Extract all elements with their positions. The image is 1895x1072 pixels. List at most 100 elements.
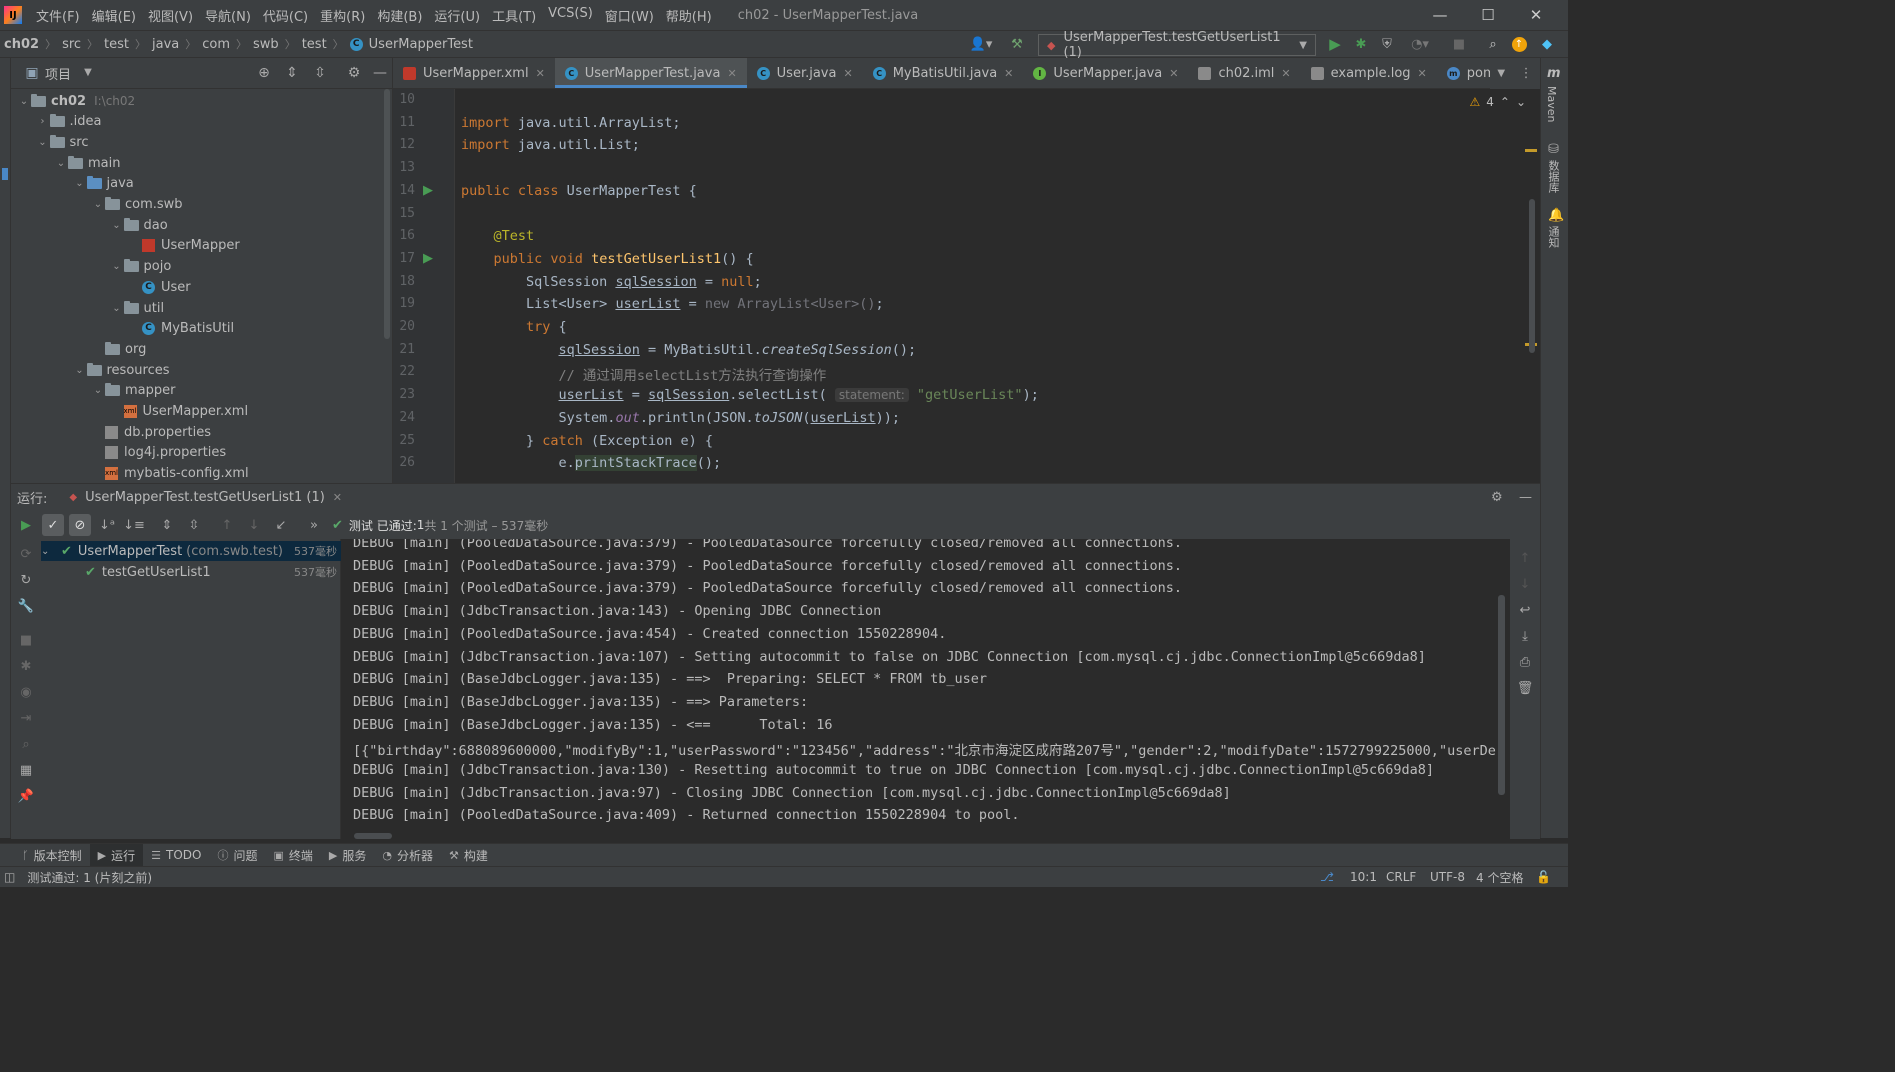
collapse-all-icon[interactable]: ⇳	[183, 514, 205, 536]
code-line[interactable]: List<User> userList = new ArrayList<User…	[461, 296, 884, 312]
close-tab-icon[interactable]: ✕	[843, 67, 852, 80]
chevron-down-icon[interactable]: ⌄	[17, 96, 31, 107]
tree-item[interactable]: ⌄ mapper	[91, 381, 175, 401]
scroll-to-end-icon[interactable]: ⤓	[1514, 625, 1536, 647]
editor-tab[interactable]: example.log ✕	[1301, 58, 1437, 88]
tool-window-tab[interactable]: ▣ 终端	[265, 844, 320, 867]
gear-icon[interactable]: ⚙	[1491, 490, 1503, 505]
chevron-down-icon[interactable]: ⌄	[1516, 95, 1526, 109]
project-toolwindow-icon[interactable]	[2, 168, 8, 180]
run-icon[interactable]: ▶	[1324, 33, 1346, 55]
camera-icon[interactable]: ◉	[15, 681, 37, 703]
chevron-down-icon[interactable]: ⌄	[41, 546, 49, 557]
code-line[interactable]: @Test	[461, 228, 535, 244]
breadcrumb-item[interactable]: test	[100, 37, 133, 52]
menu-item[interactable]: 文件(F)	[30, 6, 86, 25]
expand-all-icon[interactable]: ⇕	[156, 514, 178, 536]
editor-tab[interactable]: C MyBatisUtil.java ✕	[863, 58, 1024, 88]
code-line[interactable]: try {	[461, 319, 567, 335]
code-line[interactable]: sqlSession = MyBatisUtil.createSqlSessio…	[461, 342, 917, 358]
console-scrollbar[interactable]	[1498, 595, 1505, 795]
plugin-icon[interactable]: ◆	[1536, 33, 1558, 55]
scroll-down-icon[interactable]: ↓	[1514, 573, 1536, 595]
close-tab-icon[interactable]: ✕	[1004, 67, 1013, 80]
menu-item[interactable]: 工具(T)	[486, 6, 542, 25]
tool-window-tab[interactable]: ◔ 分析器	[374, 844, 441, 867]
editor-tab[interactable]: UserMapper.xml ✕	[393, 58, 555, 88]
indent-setting[interactable]: 4 个空格	[1476, 869, 1523, 886]
file-encoding[interactable]: UTF-8	[1430, 870, 1465, 884]
tree-item[interactable]: db.properties	[91, 422, 211, 442]
tree-item[interactable]: ⌄ com.swb	[91, 195, 183, 215]
chevron-down-icon[interactable]: ⌄	[110, 220, 124, 231]
chevron-down-icon[interactable]: ⌄	[73, 178, 87, 189]
import-tests-icon[interactable]: ↙	[270, 514, 292, 536]
layout-icon[interactable]: ▦	[15, 759, 37, 781]
show-ignored-icon[interactable]: ⊘	[69, 514, 91, 536]
code-editor[interactable]: ⚠ 4 ⌃ ⌄ import java.util.ArrayList; impor…	[455, 89, 1540, 483]
soft-wrap-icon[interactable]: ↩	[1514, 599, 1536, 621]
expand-all-icon[interactable]: ⇕	[283, 64, 301, 82]
test-node[interactable]: ✔ testGetUserList1 537毫秒	[41, 562, 341, 582]
minimize-icon[interactable]: —	[1416, 0, 1464, 30]
tree-item[interactable]: UserMapper	[128, 236, 240, 256]
editor-tab[interactable]: C UserMapperTest.java ✕	[554, 58, 747, 88]
menu-item[interactable]: VCS(S)	[542, 6, 599, 25]
inspection-widget[interactable]: ⚠ 4 ⌃ ⌄	[1469, 95, 1526, 109]
tree-item[interactable]: xml UserMapper.xml	[110, 402, 248, 422]
gear-icon[interactable]: ⚙	[345, 64, 363, 82]
tree-item[interactable]: ⌄ ch02 I:\ch02	[17, 91, 135, 111]
code-line[interactable]: e.printStackTrace();	[461, 455, 721, 472]
breadcrumb-item[interactable]: src	[58, 37, 85, 52]
chevron-down-icon[interactable]: ⌄	[110, 303, 124, 314]
editor-tab[interactable]: I UserMapper.java ✕	[1023, 58, 1188, 88]
tool-window-tab[interactable]: ⓘ 问题	[209, 844, 265, 867]
maven-tab[interactable]: Maven	[1545, 86, 1558, 122]
warning-marker[interactable]	[1525, 149, 1537, 152]
menu-item[interactable]: 视图(V)	[142, 6, 199, 25]
debug-icon[interactable]: ✱	[1350, 33, 1372, 55]
caret-position[interactable]: 10:1	[1350, 870, 1377, 884]
coverage-icon[interactable]: ⛨	[1376, 33, 1398, 55]
rerun-icon[interactable]: ▶	[15, 514, 37, 536]
menu-item[interactable]: 构建(B)	[371, 6, 428, 25]
close-tab-icon[interactable]: ✕	[1418, 67, 1427, 80]
run-config-selector[interactable]: ◆ UserMapperTest.testGetUserList1 (1) ▼	[1038, 30, 1316, 60]
menu-item[interactable]: 帮助(H)	[660, 6, 718, 25]
breadcrumb-item[interactable]: C UserMapperTest	[346, 37, 477, 52]
run-test-gutter-icon[interactable]: ▶	[423, 251, 433, 266]
menu-item[interactable]: 重构(R)	[314, 6, 371, 25]
hide-icon[interactable]: —	[371, 64, 389, 82]
tree-item[interactable]: org	[91, 339, 146, 359]
locate-icon[interactable]: ⊕	[255, 64, 273, 82]
sort-duration-icon[interactable]: ↓≡	[123, 514, 145, 536]
update-icon[interactable]: ↑	[1508, 33, 1530, 55]
code-line[interactable]: System.out.println(JSON.toJSON(userList)…	[461, 410, 900, 426]
code-line[interactable]: import java.util.List;	[461, 137, 640, 153]
exit-icon[interactable]: ⇥	[15, 707, 37, 729]
close-tab-icon[interactable]: ✕	[1169, 67, 1178, 80]
breadcrumb-item[interactable]: java	[148, 37, 183, 52]
prev-failed-icon[interactable]: ↑	[216, 514, 238, 536]
editor-tab[interactable]: C User.java ✕	[747, 58, 863, 88]
git-icon[interactable]: ⎇	[1320, 870, 1334, 884]
build-hammer-icon[interactable]: ⚒	[1006, 33, 1028, 55]
tool-window-tab[interactable]: ᚴ 版本控制	[14, 844, 90, 867]
collapse-all-icon[interactable]: ⇳	[311, 64, 329, 82]
code-line[interactable]: // 通过调用selectList方法执行查询操作	[461, 364, 827, 384]
line-separator[interactable]: CRLF	[1386, 870, 1416, 884]
tree-item[interactable]: ⌄ java	[73, 174, 134, 194]
code-line[interactable]: import java.util.ArrayList;	[461, 115, 680, 131]
close-tab-icon[interactable]: ✕	[1281, 67, 1290, 80]
print-icon[interactable]: ⎙	[1514, 651, 1536, 673]
dump-threads-icon[interactable]: ✱	[15, 655, 37, 677]
more-options-icon[interactable]: ⋮	[1520, 66, 1533, 81]
user-icon[interactable]: 👤▾	[966, 33, 996, 55]
status-toggle-icon[interactable]: ◫	[4, 870, 15, 884]
code-line[interactable]: userList = sqlSession.selectList( statem…	[461, 387, 1039, 403]
menu-item[interactable]: 编辑(E)	[86, 6, 142, 25]
sort-alpha-icon[interactable]: ↓ᵃ	[96, 514, 118, 536]
trash-icon[interactable]: 🗑	[1514, 677, 1536, 699]
code-line[interactable]: public class UserMapperTest {	[461, 183, 697, 199]
chevron-down-icon[interactable]: ⌄	[54, 158, 68, 169]
